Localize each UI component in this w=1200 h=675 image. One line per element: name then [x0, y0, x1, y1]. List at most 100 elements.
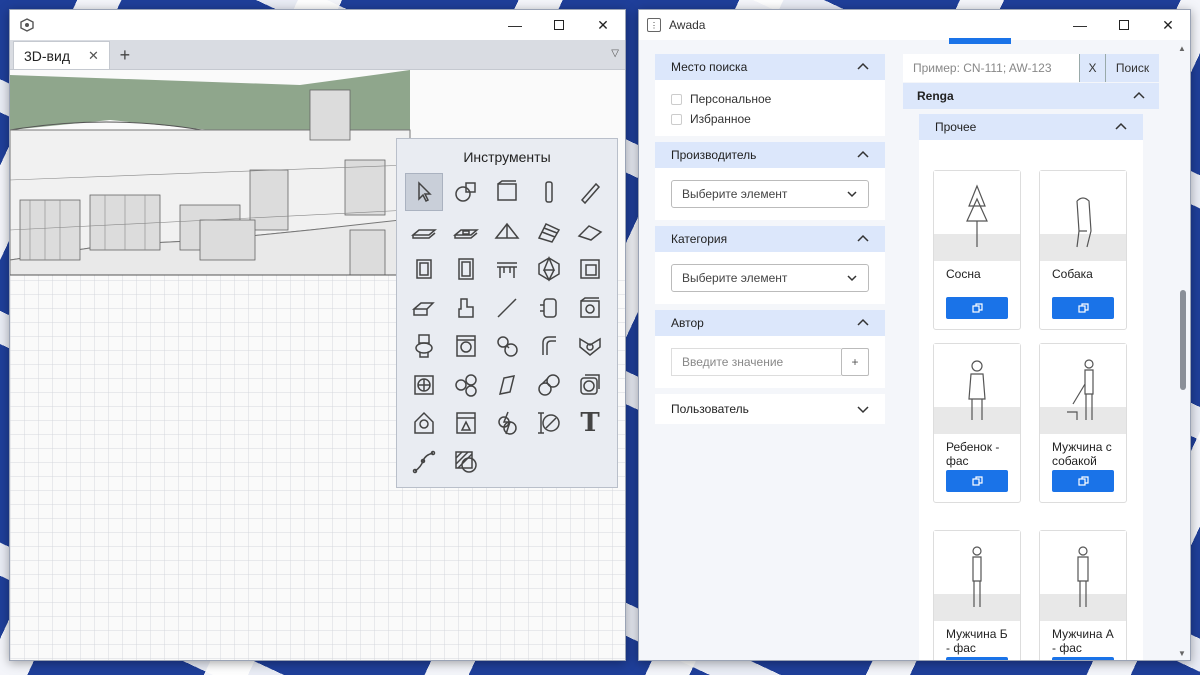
add-tab-button[interactable]: + [112, 41, 138, 69]
copy-icon[interactable] [946, 297, 1008, 319]
category-header[interactable]: Категория [655, 226, 885, 252]
slab-icon[interactable] [447, 212, 485, 250]
copy-icon[interactable] [1052, 657, 1114, 660]
viewer-window: — ✕ 3D-вид ✕ + ▽ Инструменты T [9, 9, 626, 661]
pipe-accessory-icon[interactable] [488, 327, 526, 365]
hatch-icon[interactable] [447, 443, 485, 481]
search-place-header[interactable]: Место поиска [655, 54, 885, 80]
duct-icon[interactable] [488, 366, 526, 404]
search-place-section: Место поиска Персональное Избранное [655, 54, 885, 136]
item-name: Мужчина Б - фас [946, 627, 1008, 655]
copy-icon[interactable] [946, 657, 1008, 660]
minimize-button[interactable]: — [493, 10, 537, 40]
item-card[interactable]: Мужчина Б - фас [933, 530, 1021, 660]
route-icon[interactable] [405, 443, 443, 481]
copy-icon[interactable] [946, 470, 1008, 492]
tools-grid: T [405, 173, 609, 481]
duct-accessory-icon[interactable] [530, 366, 568, 404]
author-header[interactable]: Автор [655, 310, 885, 336]
stair-icon[interactable] [530, 212, 568, 250]
other-subgroup-header[interactable]: Прочее [919, 114, 1143, 140]
column-icon[interactable] [530, 173, 568, 211]
manufacturer-select[interactable]: Выберите элемент [671, 180, 869, 208]
item-card[interactable]: Ребенок - фас [933, 343, 1021, 503]
roof-icon[interactable] [488, 212, 526, 250]
manufacturer-label: Производитель [671, 148, 757, 162]
man-a-icon [1040, 531, 1126, 621]
socket-icon[interactable] [571, 366, 609, 404]
tab-3d-view[interactable]: 3D-вид ✕ [13, 41, 110, 69]
chevron-up-icon [857, 317, 869, 329]
scroll-down-icon[interactable]: ▼ [1178, 649, 1186, 658]
filter-panel: Место поиска Персональное Избранное Прои… [655, 54, 885, 430]
item-card[interactable]: Собака [1039, 170, 1127, 330]
chevron-up-icon [857, 149, 869, 161]
search-clear-button[interactable]: X [1079, 54, 1105, 82]
valve-icon[interactable] [571, 327, 609, 365]
tab-menu-button[interactable]: ▽ [611, 48, 619, 59]
pipe-icon[interactable] [530, 327, 568, 365]
fixture-icon[interactable] [571, 289, 609, 327]
toilet-icon[interactable] [405, 327, 443, 365]
fan-icon[interactable] [405, 366, 443, 404]
results-scrollbar[interactable]: ▲ ▼ [1176, 40, 1190, 660]
line-icon[interactable] [488, 289, 526, 327]
previous-card-button[interactable] [949, 38, 1011, 44]
scrollbar-thumb[interactable] [1180, 290, 1186, 390]
other-subgroup: Прочее Сосна Собака Ребенок - фас Мужчин… [919, 114, 1143, 660]
select-arrow-icon[interactable] [405, 173, 443, 211]
light-icon[interactable] [405, 404, 443, 442]
room-icon[interactable] [488, 173, 526, 211]
scroll-up-icon[interactable]: ▲ [1178, 44, 1186, 53]
tab-close-button[interactable]: ✕ [88, 48, 99, 64]
category-select[interactable]: Выберите элемент [671, 264, 869, 292]
washing-machine-icon[interactable] [447, 327, 485, 365]
search-place-label: Место поиска [671, 60, 748, 74]
beam-icon[interactable] [405, 289, 443, 327]
style-icon[interactable] [447, 173, 485, 211]
close-button[interactable]: ✕ [581, 10, 625, 40]
door-icon[interactable] [447, 250, 485, 288]
author-input[interactable]: Введите значение [671, 348, 841, 376]
dimension-icon[interactable] [530, 404, 568, 442]
renga-group-label: Renga [917, 89, 954, 103]
chevron-down-icon [846, 188, 858, 200]
checkbox-favorites[interactable]: Избранное [671, 112, 869, 126]
table-icon[interactable] [488, 250, 526, 288]
pipe-fitting-icon[interactable] [530, 289, 568, 327]
renga-group-header[interactable]: Renga [903, 83, 1159, 109]
manufacturer-section: Производитель Выберите элемент [655, 142, 885, 220]
user-header[interactable]: Пользователь [655, 394, 885, 424]
author-add-button[interactable]: + [841, 348, 869, 376]
floor-icon[interactable] [405, 212, 443, 250]
ramp-icon[interactable] [571, 212, 609, 250]
item-name: Сосна [946, 267, 981, 281]
user-label: Пользователь [671, 402, 749, 416]
copy-icon[interactable] [1052, 297, 1114, 319]
panel-icon[interactable] [447, 404, 485, 442]
item-card[interactable]: Мужчина с собакой [1039, 343, 1127, 503]
pencil-icon[interactable] [571, 173, 609, 211]
duct-fitting-icon[interactable] [447, 366, 485, 404]
opening-icon[interactable] [571, 250, 609, 288]
chevron-up-icon [857, 61, 869, 73]
maximize-button[interactable] [537, 10, 581, 40]
text-icon[interactable]: T [571, 404, 609, 442]
checkbox-personal[interactable]: Персональное [671, 92, 869, 106]
item-card[interactable]: Сосна [933, 170, 1021, 330]
search-button[interactable]: Поиск [1105, 54, 1159, 82]
item-name: Ребенок - фас [946, 440, 1000, 468]
equipment-icon[interactable] [447, 289, 485, 327]
item-card[interactable]: Мужчина А - фас [1039, 530, 1127, 660]
search-input[interactable]: Пример: CN-111; AW-123 [903, 54, 1079, 82]
3d-viewport[interactable]: Инструменты T [10, 70, 625, 660]
polyhedron-icon[interactable] [530, 250, 568, 288]
copy-icon[interactable] [1052, 470, 1114, 492]
results-panel: Пример: CN-111; AW-123 X Поиск Renga Про… [903, 10, 1159, 660]
category-label: Категория [671, 232, 728, 246]
manufacturer-header[interactable]: Производитель [655, 142, 885, 168]
electric-icon[interactable] [488, 404, 526, 442]
window-icon[interactable] [405, 250, 443, 288]
tools-title: Инструменты [463, 149, 551, 165]
author-input-row: Введите значение + [671, 348, 869, 376]
